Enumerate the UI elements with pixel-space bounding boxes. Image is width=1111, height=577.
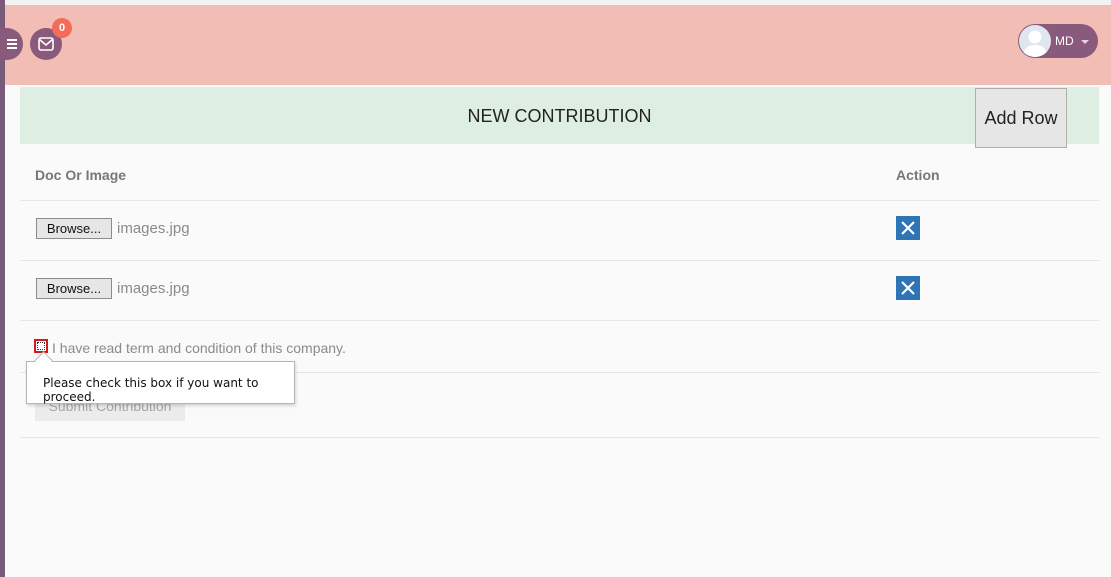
terms-label: I have read term and condition of this c… bbox=[52, 340, 346, 356]
hamburger-icon bbox=[7, 39, 17, 41]
file-name: images.jpg bbox=[117, 280, 190, 297]
validation-message: Please check this box if you want to pro… bbox=[43, 376, 259, 404]
top-header: 0 MD bbox=[0, 5, 1111, 85]
add-row-button[interactable]: Add Row bbox=[975, 88, 1067, 148]
delete-row-button[interactable] bbox=[896, 216, 920, 240]
close-x-icon bbox=[901, 221, 915, 235]
browse-button[interactable]: Browse... bbox=[36, 278, 112, 299]
user-avatar-icon bbox=[1019, 25, 1051, 57]
envelope-icon bbox=[38, 37, 54, 51]
user-menu-button[interactable]: MD bbox=[1018, 24, 1098, 58]
delete-row-button[interactable] bbox=[896, 276, 920, 300]
terms-checkbox[interactable] bbox=[34, 339, 48, 353]
close-x-icon bbox=[901, 281, 915, 295]
file-name: images.jpg bbox=[117, 220, 190, 237]
validation-tooltip: Please check this box if you want to pro… bbox=[26, 351, 295, 404]
column-header-action: Action bbox=[896, 167, 940, 183]
sidebar-edge bbox=[0, 0, 5, 577]
caret-down-icon bbox=[1081, 40, 1089, 44]
hamburger-menu-button[interactable] bbox=[0, 28, 23, 60]
row-divider bbox=[20, 200, 1099, 201]
row-divider bbox=[20, 260, 1099, 261]
row-divider bbox=[20, 320, 1099, 321]
page-title: NEW CONTRIBUTION bbox=[467, 106, 652, 126]
hamburger-icon-line bbox=[7, 43, 17, 45]
hamburger-icon-line bbox=[7, 47, 17, 49]
row-divider bbox=[20, 437, 1099, 438]
browse-button[interactable]: Browse... bbox=[36, 218, 112, 239]
column-header-doc: Doc Or Image bbox=[35, 167, 127, 183]
notification-badge: 0 bbox=[52, 18, 72, 38]
user-initials: MD bbox=[1055, 34, 1074, 48]
tooltip-arrow bbox=[34, 351, 53, 370]
panel-title-bar: NEW CONTRIBUTION bbox=[20, 87, 1099, 144]
